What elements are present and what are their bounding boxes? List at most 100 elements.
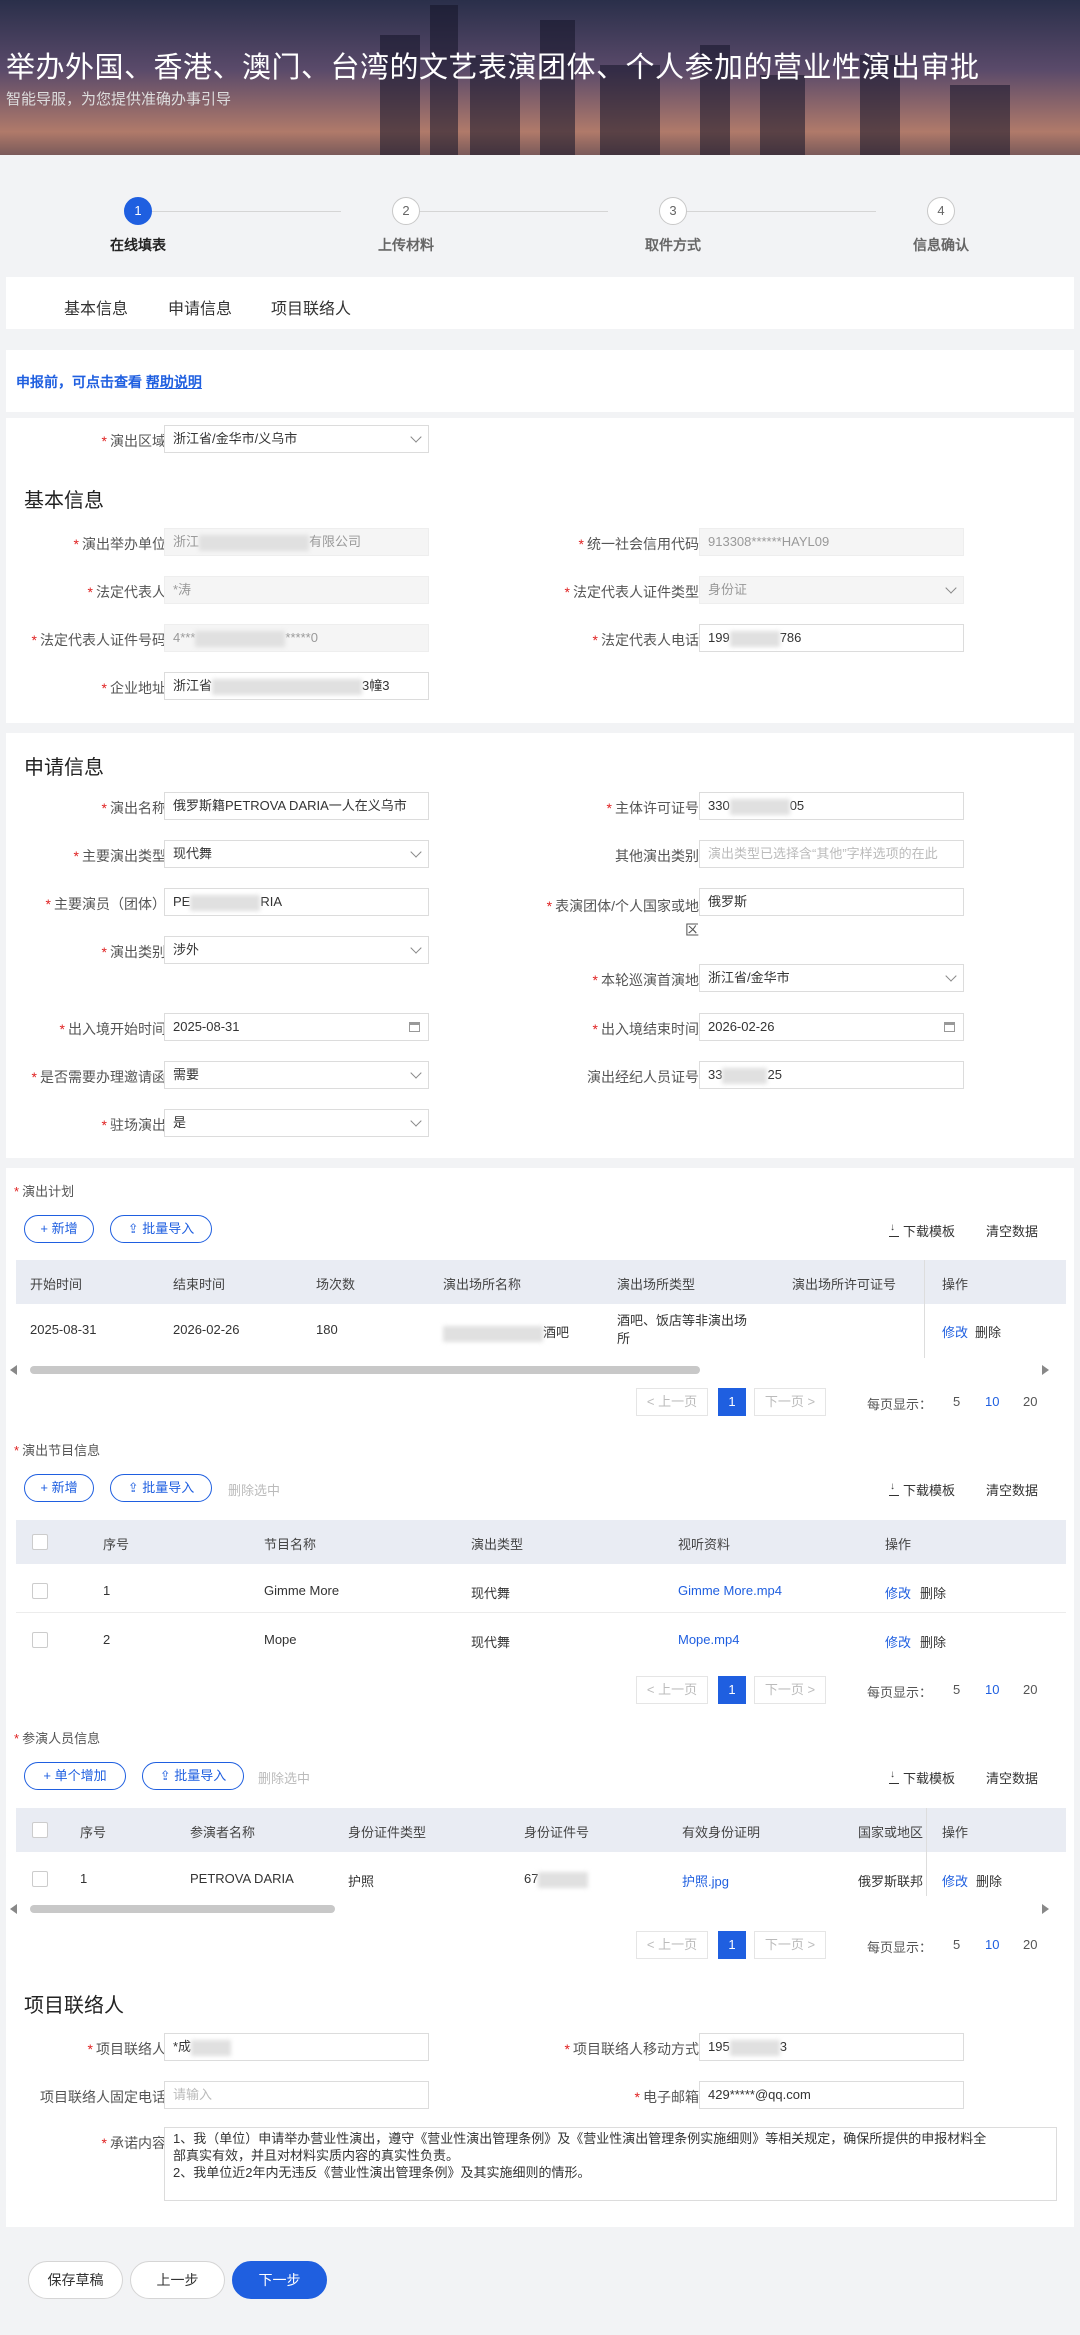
address-input[interactable]: 浙江省 3幢3 xyxy=(164,672,429,700)
promise-textarea[interactable]: 1、我（单位）申请举办营业性演出，遵守《营业性演出管理条例》及《营业性演出管理条… xyxy=(164,2127,1057,2201)
per-page-label: 每页显示： xyxy=(867,1397,933,1412)
region-select[interactable]: 浙江省/金华市/义乌市 xyxy=(164,425,429,453)
per-page-10[interactable]: 10 xyxy=(985,1937,999,1952)
program-delete-link[interactable]: 删除 xyxy=(920,1632,946,1651)
program-import-button[interactable]: ⇪ 批量导入 xyxy=(110,1474,212,1502)
save-draft-button[interactable]: 保存草稿 xyxy=(28,2261,123,2299)
notice-bar: 申报前，可点击查看 帮助说明 xyxy=(6,350,1074,412)
program-delete-selected[interactable]: 删除选中 xyxy=(228,1480,280,1499)
staff-next-page[interactable]: 下一页 > xyxy=(754,1931,826,1959)
email-input[interactable]: 429*****@qq.com xyxy=(699,2081,964,2109)
table-row: 1 xyxy=(103,1583,111,1598)
program-clear-button[interactable]: 清空数据 xyxy=(986,1480,1038,1499)
per-page-10[interactable]: 10 xyxy=(985,1682,999,1697)
show-type-label: * 主要演出类型 xyxy=(73,848,166,864)
staff-delete-selected[interactable]: 删除选中 xyxy=(258,1768,310,1787)
staff-scrollbar[interactable] xyxy=(30,1905,335,1913)
permit-input[interactable]: 330 05 xyxy=(699,792,964,820)
plan-prev-page[interactable]: < 上一页 xyxy=(636,1388,708,1416)
contact-name-input[interactable]: *成 xyxy=(164,2033,429,2061)
per-page-20[interactable]: 20 xyxy=(1023,1394,1037,1409)
staff-delete-link[interactable]: 删除 xyxy=(976,1871,1002,1890)
tab-contact[interactable]: 项目联络人 xyxy=(271,295,351,319)
program-row-checkbox[interactable] xyxy=(32,1632,48,1648)
notice-text: 申报前，可点击查看 帮助说明 xyxy=(16,374,202,390)
staff-clear-button[interactable]: 清空数据 xyxy=(986,1768,1038,1787)
first-place-select[interactable]: 浙江省/金华市 xyxy=(699,964,964,992)
program-prev-page[interactable]: < 上一页 xyxy=(636,1676,708,1704)
basic-info-panel: * 演出区域 浙江省/金华市/义乌市 基本信息 * 演出举办单位 浙江 有限公司 * 统… xyxy=(6,418,1074,723)
calendar-icon xyxy=(944,1022,955,1032)
performer-input[interactable]: PE RIA xyxy=(164,888,429,916)
program-edit-link[interactable]: 修改 xyxy=(885,1583,911,1602)
per-page-20[interactable]: 20 xyxy=(1023,1682,1037,1697)
program-delete-link[interactable]: 删除 xyxy=(920,1583,946,1602)
staff-prev-page[interactable]: < 上一页 xyxy=(636,1931,708,1959)
program-download-button[interactable]: 下载模板 xyxy=(889,1480,955,1499)
invite-select[interactable]: 需要 xyxy=(164,1061,429,1089)
prev-step-button[interactable]: 上一步 xyxy=(130,2261,225,2299)
resident-select[interactable]: 是 xyxy=(164,1109,429,1137)
per-page-20[interactable]: 20 xyxy=(1023,1937,1037,1952)
program-media-link[interactable]: Mope.mp4 xyxy=(678,1632,739,1647)
program-select-all[interactable] xyxy=(32,1534,48,1550)
program-add-button[interactable]: + 新增 xyxy=(24,1474,94,1502)
staff-download-button[interactable]: 下载模板 xyxy=(889,1768,955,1787)
contact-panel: 项目联络人 * 项目联络人 *成 * 项目联络人移动方式 195 3 项目联络人固定电… xyxy=(6,1975,1074,2227)
plan-scrollbar[interactable] xyxy=(30,1366,700,1374)
plan-next-page[interactable]: 下一页 > xyxy=(754,1388,826,1416)
program-edit-link[interactable]: 修改 xyxy=(885,1632,911,1651)
program-media-link[interactable]: Gimme More.mp4 xyxy=(678,1583,782,1598)
end-date-picker[interactable]: 2026-02-26 xyxy=(699,1013,964,1041)
staff-select-all[interactable] xyxy=(32,1822,48,1838)
plan-cell-end: 2026-02-26 xyxy=(173,1322,240,1337)
staff-import-button[interactable]: ⇪ 批量导入 xyxy=(142,1762,244,1790)
staff-proof-link[interactable]: 护照.jpg xyxy=(682,1871,729,1890)
agent-input[interactable]: 33 25 xyxy=(699,1061,964,1089)
help-link[interactable]: 帮助说明 xyxy=(146,374,202,390)
category-select[interactable]: 涉外 xyxy=(164,936,429,964)
plan-delete-link[interactable]: 删除 xyxy=(975,1322,1001,1341)
per-page-5[interactable]: 5 xyxy=(953,1682,960,1697)
plan-download-button[interactable]: 下载模板 xyxy=(889,1221,955,1240)
plan-title: * 演出计划 xyxy=(14,1184,75,1199)
contact-mobile-input[interactable]: 195 3 xyxy=(699,2033,964,2061)
other-type-input[interactable]: 演出类型已选择含“其他”字样选项的在此 xyxy=(699,840,964,868)
step-indicator: 1 在线填表 2 上传材料 3 取件方式 4 信息确认 xyxy=(6,175,1074,270)
country-input[interactable]: 俄罗斯 xyxy=(699,888,964,916)
contact-tel-input[interactable]: 请输入 xyxy=(164,2081,429,2109)
program-type-cell: 现代舞 xyxy=(471,1635,511,1650)
staff-row-checkbox[interactable] xyxy=(32,1871,48,1887)
per-page-5[interactable]: 5 xyxy=(953,1937,960,1952)
start-date-picker[interactable]: 2025-08-31 xyxy=(164,1013,429,1041)
scroll-left-arrow[interactable] xyxy=(10,1904,17,1914)
plan-clear-button[interactable]: 清空数据 xyxy=(986,1221,1038,1240)
org-label: * 演出举办单位 xyxy=(73,536,166,552)
staff-page-1[interactable]: 1 xyxy=(718,1931,746,1959)
tab-apply-info[interactable]: 申请信息 xyxy=(168,295,232,319)
phone-input[interactable]: 199 786 xyxy=(699,624,964,652)
tab-basic-info[interactable]: 基本信息 xyxy=(64,295,128,319)
other-type-label: 其他演出类别 xyxy=(615,848,699,864)
start-time-label: * 出入境开始时间 xyxy=(59,1021,166,1037)
plan-import-button[interactable]: ⇪ 批量导入 xyxy=(110,1215,212,1243)
scroll-right-arrow[interactable] xyxy=(1042,1365,1049,1375)
staff-add-button[interactable]: + 单个增加 xyxy=(24,1762,126,1790)
per-page-5[interactable]: 5 xyxy=(953,1394,960,1409)
next-step-button[interactable]: 下一步 xyxy=(232,2261,327,2299)
program-page-1[interactable]: 1 xyxy=(718,1676,746,1704)
plan-add-button[interactable]: + 新增 xyxy=(24,1215,94,1243)
plan-page-1[interactable]: 1 xyxy=(718,1388,746,1416)
plan-header-end: 结束时间 xyxy=(173,1277,226,1292)
staff-edit-link[interactable]: 修改 xyxy=(942,1871,968,1890)
plan-edit-link[interactable]: 修改 xyxy=(942,1322,968,1341)
program-next-page[interactable]: 下一页 > xyxy=(754,1676,826,1704)
scroll-left-arrow[interactable] xyxy=(10,1365,17,1375)
region-label: * 演出区域 xyxy=(101,433,166,449)
download-icon xyxy=(889,1481,899,1496)
show-name-input[interactable]: 俄罗斯籍PETROVA DARIA一人在义乌市 xyxy=(164,792,429,820)
show-type-select[interactable]: 现代舞 xyxy=(164,840,429,868)
scroll-right-arrow[interactable] xyxy=(1042,1904,1049,1914)
per-page-10[interactable]: 10 xyxy=(985,1394,999,1409)
program-row-checkbox[interactable] xyxy=(32,1583,48,1599)
